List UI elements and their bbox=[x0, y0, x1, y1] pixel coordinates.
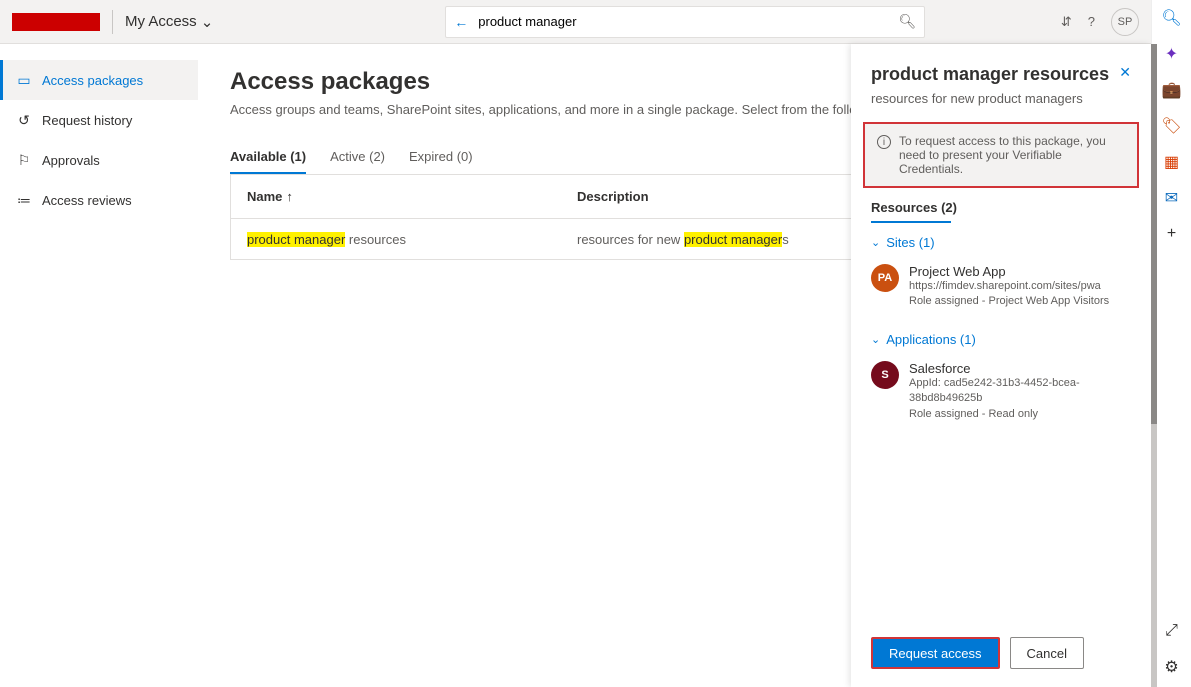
col-desc-header[interactable]: Description bbox=[577, 189, 857, 204]
cell-text: s bbox=[782, 232, 789, 247]
tab-expired[interactable]: Expired (0) bbox=[409, 141, 473, 174]
divider bbox=[112, 10, 113, 34]
help-icon[interactable]: ? bbox=[1088, 14, 1095, 29]
info-icon: i bbox=[877, 135, 891, 149]
back-arrow-icon[interactable]: ← bbox=[454, 14, 468, 30]
user-avatar[interactable]: SP bbox=[1111, 8, 1139, 36]
chevron-down-icon: ⌄ bbox=[871, 333, 880, 346]
sidebar-item-access-packages[interactable]: ▭ Access packages bbox=[0, 60, 198, 100]
add-icon[interactable]: + bbox=[1162, 224, 1182, 244]
tag-icon[interactable]: 🏷 bbox=[1162, 116, 1182, 136]
cell-desc: resources for new product managers bbox=[577, 232, 857, 247]
resource-role: Role assigned - Read only bbox=[909, 407, 1131, 422]
brand-logo bbox=[12, 13, 100, 31]
approvals-icon: ⚐ bbox=[16, 152, 32, 169]
resource-title: Project Web App bbox=[909, 264, 1109, 279]
request-access-button[interactable]: Request access bbox=[871, 637, 1000, 669]
right-rail: 🔍︎ ✦ 💼 🏷 ▦ ✉ + ⤢ ⚙ bbox=[1151, 0, 1191, 687]
scrollbar-thumb[interactable] bbox=[1151, 44, 1157, 424]
sidebar-item-label: Request history bbox=[42, 113, 132, 128]
sort-up-icon: ↑ bbox=[286, 189, 293, 204]
office-icon[interactable]: ▦ bbox=[1162, 152, 1182, 172]
close-icon[interactable]: ✕ bbox=[1119, 64, 1131, 81]
app-name: My Access bbox=[125, 13, 197, 30]
resources-tab[interactable]: Resources (2) bbox=[851, 188, 1151, 215]
sidebar-item-label: Access packages bbox=[42, 73, 143, 88]
resource-item-app[interactable]: S Salesforce AppId: cad5e242-31b3-4452-b… bbox=[851, 353, 1151, 432]
org-tree-icon[interactable]: ⇵ bbox=[1061, 14, 1072, 30]
tab-available[interactable]: Available (1) bbox=[230, 141, 306, 174]
resource-url: https://fimdev.sharepoint.com/sites/pwa bbox=[909, 279, 1109, 294]
cancel-button[interactable]: Cancel bbox=[1010, 637, 1084, 669]
resource-avatar: S bbox=[871, 361, 899, 389]
highlight-text: product manager bbox=[684, 232, 782, 247]
sidebar-item-access-reviews[interactable]: ≔ Access reviews bbox=[0, 180, 198, 220]
group-label: Sites (1) bbox=[886, 235, 934, 250]
app-switcher[interactable]: My Access ⌄ bbox=[125, 13, 213, 31]
resource-avatar: PA bbox=[871, 264, 899, 292]
col-name-label: Name bbox=[247, 189, 282, 204]
outlook-icon[interactable]: ✉ bbox=[1162, 188, 1182, 208]
col-name-header[interactable]: Name ↑ bbox=[247, 189, 577, 204]
sidebar-item-label: Approvals bbox=[42, 153, 100, 168]
resource-item-site[interactable]: PA Project Web App https://fimdev.sharep… bbox=[851, 256, 1151, 320]
chevron-down-icon: ⌄ bbox=[201, 13, 214, 31]
sidebar-item-request-history[interactable]: ↺ Request history bbox=[0, 100, 198, 140]
sidebar-item-label: Access reviews bbox=[42, 193, 132, 208]
cell-text: resources bbox=[345, 232, 406, 247]
search-box[interactable]: ← 🔍︎ bbox=[445, 6, 925, 38]
panel-subtitle: resources for new product managers bbox=[871, 91, 1131, 106]
scrollbar[interactable] bbox=[1151, 44, 1157, 687]
search-icon[interactable]: 🔍︎ bbox=[898, 13, 916, 30]
search-icon[interactable]: 🔍︎ bbox=[1162, 8, 1182, 28]
history-icon: ↺ bbox=[16, 112, 32, 129]
resource-role: Role assigned - Project Web App Visitors bbox=[909, 294, 1109, 309]
group-applications[interactable]: ⌄ Applications (1) bbox=[851, 320, 1151, 353]
sidebar: ▭ Access packages ↺ Request history ⚐ Ap… bbox=[0, 44, 198, 687]
details-panel: product manager resources ✕ resources fo… bbox=[851, 44, 1151, 687]
tab-active[interactable]: Active (2) bbox=[330, 141, 385, 174]
group-sites[interactable]: ⌄ Sites (1) bbox=[851, 223, 1151, 256]
chevron-down-icon: ⌄ bbox=[871, 236, 880, 249]
info-banner: i To request access to this package, you… bbox=[863, 122, 1139, 188]
group-label: Applications (1) bbox=[886, 332, 976, 347]
settings-icon[interactable]: ⚙ bbox=[1162, 657, 1182, 677]
resource-appid: AppId: cad5e242-31b3-4452-bcea-38bd8b496… bbox=[909, 376, 1131, 407]
panel-title: product manager resources bbox=[871, 64, 1109, 85]
sidebar-item-approvals[interactable]: ⚐ Approvals bbox=[0, 140, 198, 180]
top-bar: My Access ⌄ ← 🔍︎ ⇵ ? SP bbox=[0, 0, 1151, 44]
cell-name: product manager resources bbox=[247, 232, 577, 247]
cell-text: resources for new bbox=[577, 232, 684, 247]
package-icon: ▭ bbox=[16, 72, 32, 89]
copilot-icon[interactable]: ✦ bbox=[1162, 44, 1182, 64]
info-text: To request access to this package, you n… bbox=[899, 134, 1125, 176]
reviews-icon: ≔ bbox=[16, 192, 32, 209]
highlight-text: product manager bbox=[247, 232, 345, 247]
briefcase-icon[interactable]: 💼 bbox=[1162, 80, 1182, 100]
search-input[interactable] bbox=[476, 13, 890, 30]
expand-icon[interactable]: ⤢ bbox=[1162, 621, 1182, 641]
resource-title: Salesforce bbox=[909, 361, 1131, 376]
